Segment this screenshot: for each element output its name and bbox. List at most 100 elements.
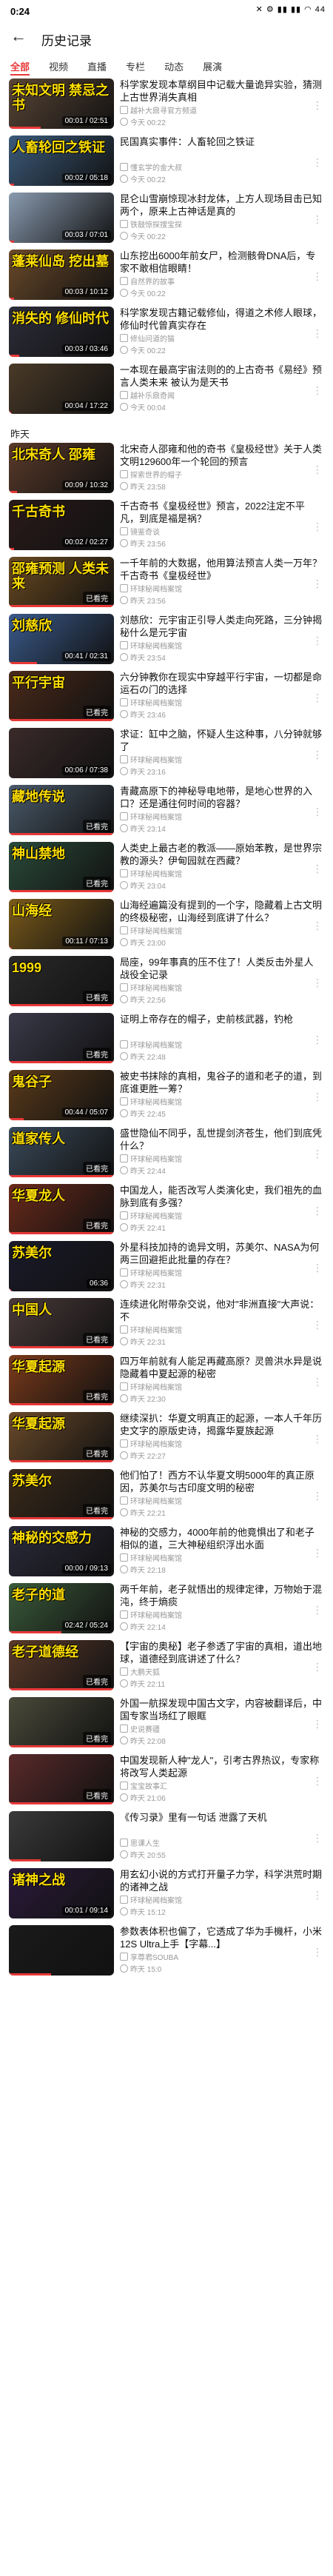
video-title[interactable]: 千古奇书《皇极经世》预言，2022注定不平凡，到底是福是祸？ [120,500,323,525]
history-item[interactable]: 邵雍预测 人类未来 已看完 一千年前的大数据，他用算法预言人类一万年？千古奇书《皇极… [0,557,333,607]
history-item[interactable]: 消失的 修仙时代 00:03 / 03:46 科学家发现古籍记载修仙，得道之术修人眼… [0,307,333,357]
tab-4[interactable]: 动态 [164,53,184,78]
history-item[interactable]: 1999 已看完 局座，99年事真的压不住了！人类反击外星人战役全记录 环球秘闻档案馆… [0,956,333,1006]
video-thumbnail[interactable]: 已看完 [9,1754,114,1804]
more-options-icon[interactable]: ⋮ [312,464,323,476]
video-thumbnail[interactable]: 人畜轮回之铁证 00:02 / 05:18 [9,136,114,186]
video-thumbnail[interactable]: 苏美尔 已看完 [9,1469,114,1519]
video-thumbnail[interactable]: 邵雍预测 人类未来 已看完 [9,557,114,607]
video-thumbnail[interactable]: 已看完 [9,1697,114,1747]
video-title[interactable]: 被史书抹除的真相，鬼谷子的道和老子的道，到底谁更胜一筹？ [120,1070,323,1095]
video-thumbnail[interactable]: 诸神之战 00:01 / 09:14 [9,1868,114,1918]
history-item[interactable]: 蓬莱仙岛 挖出墓 00:03 / 10:12 山东挖出6000年前女尸，检测骸骨DN… [0,250,333,300]
video-title[interactable]: 两千年前，老子就悟出的规律定律，万物始于混沌，终于熵痰 [120,1583,323,1608]
video-title[interactable]: 北宋奇人邵雍和他的奇书《皇极经世》关于人类文明129600年一个轮回的预言 [120,443,323,468]
more-options-icon[interactable]: ⋮ [312,1547,323,1559]
more-options-icon[interactable]: ⋮ [312,1718,323,1730]
video-thumbnail[interactable]: 00:06 / 07:38 [9,728,114,778]
more-options-icon[interactable]: ⋮ [312,1205,323,1217]
history-item[interactable]: 人畜轮回之铁证 00:02 / 05:18 民国真实事件：人畜轮回之铁证 懂玄学的金大… [0,136,333,186]
more-options-icon[interactable]: ⋮ [312,578,323,590]
video-title[interactable]: 局座，99年事真的压不住了！人类反击外星人战役全记录 [120,956,323,981]
video-title[interactable]: 青藏高原下的神秘导电地带，是地心世界的入口？还是通往何时间的容器？ [120,785,323,810]
video-title[interactable]: 盛世隐仙不同乎，乱世提剑济苍生，他们到底凭什么？ [120,1127,323,1152]
more-options-icon[interactable]: ⋮ [312,1832,323,1844]
history-item[interactable]: 《传习录》里有一句话 泄露了天机 思课人生 昨天 20:55 ⋮ [0,1811,333,1861]
history-item[interactable]: 00:03 / 07:01 昆仑山雪崩惊现冰封龙体，上方人现场目击已知两个，原来上… [0,193,333,243]
video-thumbnail[interactable]: 山海经 00:11 / 07:13 [9,899,114,949]
more-options-icon[interactable]: ⋮ [312,1946,323,1958]
more-options-icon[interactable]: ⋮ [312,1433,323,1445]
back-arrow-icon[interactable]: ← [10,28,27,44]
video-thumbnail[interactable]: 千古奇书 00:02 / 02:27 [9,500,114,550]
video-thumbnail[interactable]: 刘慈欣 00:41 / 02:31 [9,614,114,664]
history-item[interactable]: 华夏起源 已看完 四万年前就有人能足再藏高原？灵兽洪水异是说隐藏着中夏起源的秘密 环球… [0,1355,333,1405]
video-title[interactable]: 外星科技加持的诡异文明，苏美尔、NASA为何两三回避拒此批量的存在？ [120,1241,323,1266]
history-item[interactable]: 苏美尔 06:36 外星科技加持的诡异文明，苏美尔、NASA为何两三回避拒此批量的存… [0,1241,333,1291]
history-item[interactable]: 北宋奇人 邵雍 00:09 / 10:32 北宋奇人邵雍和他的奇书《皇极经世》关于人… [0,443,333,493]
video-title[interactable]: 【宇宙的奥秘】老子参透了宇宙的真相，道出地球，道德经到底讲述了什么？ [120,1640,323,1665]
video-title[interactable]: 中国龙人，能否改写人类演化史，我们祖先的血脉到底有多强？ [120,1184,323,1209]
video-title[interactable]: 山海经遍篇没有提到的一个字，隐藏着上古文明的终极秘密，山海经到底讲了什么？ [120,899,323,924]
more-options-icon[interactable]: ⋮ [312,1262,323,1274]
more-options-icon[interactable]: ⋮ [312,920,323,932]
more-options-icon[interactable]: ⋮ [312,1148,323,1160]
video-thumbnail[interactable]: 藏地传说 已看完 [9,785,114,835]
more-options-icon[interactable]: ⋮ [312,806,323,818]
video-title[interactable]: 民国真实事件：人畜轮回之铁证 [120,136,323,148]
more-options-icon[interactable]: ⋮ [312,327,323,340]
video-title[interactable]: 一本现在最高宇宙法则的的上古奇书《易经》预言人类未来 被认为是天书 [120,364,323,389]
history-item[interactable]: 已看完 中国发现新人种"龙人"，引考古界热议，专家称将改写人类起源 宝宝故事汇 昨天 … [0,1754,333,1804]
video-thumbnail[interactable]: 老子的道 02:42 / 05:24 [9,1583,114,1633]
more-options-icon[interactable]: ⋮ [312,1319,323,1331]
more-options-icon[interactable]: ⋮ [312,99,323,112]
history-item[interactable]: 山海经 00:11 / 07:13 山海经遍篇没有提到的一个字，隐藏着上古文明的终极… [0,899,333,949]
video-thumbnail[interactable]: 道家传人 已看完 [9,1127,114,1177]
history-item[interactable]: 刘慈欣 00:41 / 02:31 刘慈欣：元宇宙正引导人类走向死路，三分钟揭秘什么… [0,614,333,664]
video-thumbnail[interactable]: 神山禁地 已看完 [9,842,114,892]
video-title[interactable]: 六分钟教你在现实中穿越平行宇宙，一切都是命运石の门的选择 [120,671,323,696]
video-thumbnail[interactable]: 中国人 已看完 [9,1298,114,1348]
more-options-icon[interactable]: ⋮ [312,977,323,989]
more-options-icon[interactable]: ⋮ [312,692,323,704]
video-title[interactable]: 刘慈欣：元宇宙正引导人类走向死路，三分钟揭秘什么是元宇宙 [120,614,323,639]
history-item[interactable]: 已看完 外国一航探发现中国古文字，内容被翻译后，中国专家当场红了眼眶 史说赛疆 昨天 … [0,1697,333,1747]
history-item[interactable]: 苏美尔 已看完 他们怕了！西方不认华夏文明5000年的真正原因，苏美尔与古印度文明的… [0,1469,333,1519]
history-item[interactable]: 道家传人 已看完 盛世隐仙不同乎，乱世提剑济苍生，他们到底凭什么？ 环球秘闻档案馆 昨天… [0,1127,333,1177]
video-thumbnail[interactable]: 已看完 [9,1013,114,1063]
video-title[interactable]: 继续深扒：华夏文明真正的起源，一本人千年历史文字的原版史诗，揭露华夏族起源 [120,1412,323,1437]
tab-2[interactable]: 直播 [87,53,107,78]
more-options-icon[interactable]: ⋮ [312,749,323,761]
history-item[interactable]: 未知文明 禁忌之书 00:01 / 02:51 科学家发现本草纲目中记载大量诡异实验… [0,78,333,129]
history-item[interactable]: 00:04 / 17:22 一本现在最高宇宙法则的的上古奇书《易经》预言人类未来 … [0,364,333,414]
history-item[interactable]: 神山禁地 已看完 人类史上最古老的教派——原始苯教，是世界宗教的源头？伊甸园就在西藏… [0,842,333,892]
video-title[interactable]: 《传习录》里有一句话 泄露了天机 [120,1811,323,1824]
video-title[interactable]: 四万年前就有人能足再藏高原？灵兽洪水异是说隐藏着中夏起源的秘密 [120,1355,323,1380]
video-title[interactable]: 他们怕了！西方不认华夏文明5000年的真正原因，苏美尔与古印度文明的秘密 [120,1469,323,1494]
video-thumbnail[interactable]: 老子道德经 已看完 [9,1640,114,1690]
history-item[interactable]: 诸神之战 00:01 / 09:14 用玄幻小说的方式打开量子力学，科学洪荒时期的诸… [0,1868,333,1918]
more-options-icon[interactable]: ⋮ [312,863,323,875]
history-item[interactable]: 藏地传说 已看完 青藏高原下的神秘导电地带，是地心世界的入口？还是通往何时间的容器？… [0,785,333,835]
more-options-icon[interactable]: ⋮ [312,1490,323,1502]
history-item[interactable]: 已看完 证明上帝存在的帽子，史前核武器，钓枪 环球秘闻档案馆 昨天 22:48 ⋮ [0,1013,333,1063]
history-item[interactable]: 00:06 / 07:38 求证：缸中之脑，怀疑人生这种事，八分钟就够了 环球秘闻档… [0,728,333,778]
tab-1[interactable]: 视频 [49,53,68,78]
tab-5[interactable]: 展演 [203,53,222,78]
video-thumbnail[interactable] [9,1925,114,1976]
history-item[interactable]: 平行宇宙 已看完 六分钟教你在现实中穿越平行宇宙，一切都是命运石の门的选择 环球秘闻档… [0,671,333,721]
video-thumbnail[interactable]: 1999 已看完 [9,956,114,1006]
video-title[interactable]: 一千年前的大数据，他用算法预言人类一万年？千古奇书《皇极经世》 [120,557,323,582]
history-item[interactable]: 华夏起源 已看完 继续深扒：华夏文明真正的起源，一本人千年历史文字的原版史诗，揭露华… [0,1412,333,1462]
more-options-icon[interactable]: ⋮ [312,1091,323,1103]
video-title[interactable]: 证明上帝存在的帽子，史前核武器，钓枪 [120,1013,323,1026]
video-title[interactable]: 昆仑山雪崩惊现冰封龙体，上方人现场目击已知两个，原来上古神话是真的 [120,193,323,218]
video-title[interactable]: 神秘的交感力，4000年前的他竟惧出了和老子相似的道，三大神秘组织浮出水面 [120,1526,323,1551]
video-thumbnail[interactable] [9,1811,114,1861]
more-options-icon[interactable]: ⋮ [312,1034,323,1046]
more-options-icon[interactable]: ⋮ [312,384,323,397]
video-thumbnail[interactable]: 蓬莱仙岛 挖出墓 00:03 / 10:12 [9,250,114,300]
more-options-icon[interactable]: ⋮ [312,635,323,647]
more-options-icon[interactable]: ⋮ [312,1889,323,1901]
video-title[interactable]: 外国一航探发现中国古文字，内容被翻译后，中国专家当场红了眼眶 [120,1697,323,1722]
